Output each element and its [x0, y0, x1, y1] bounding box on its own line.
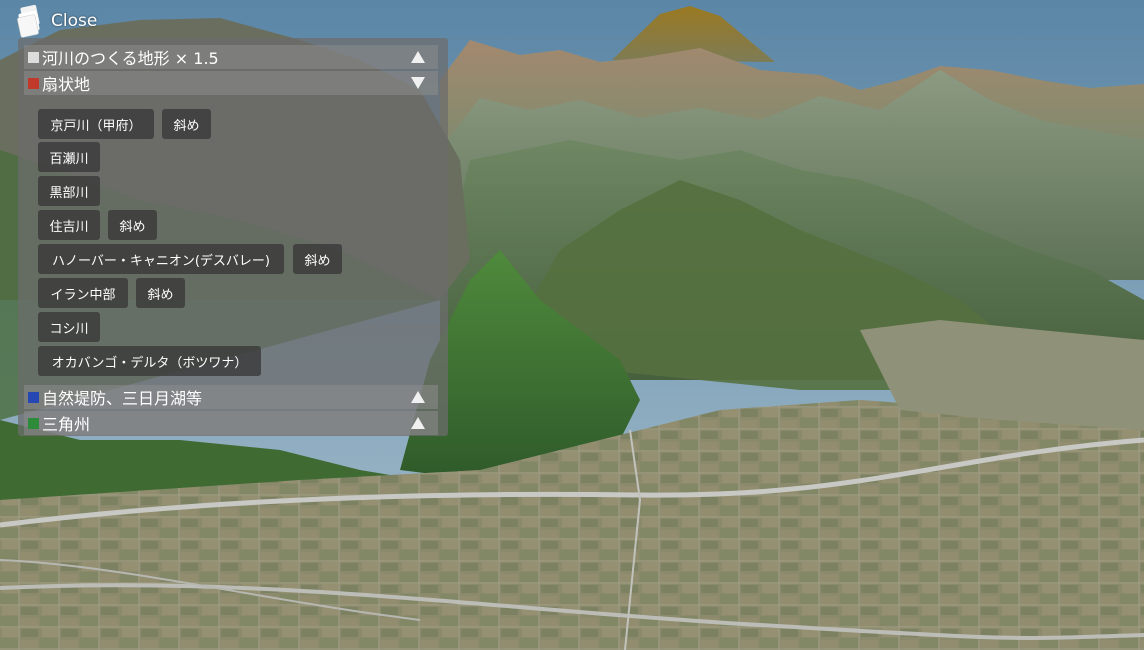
item-central-iran[interactable]: イラン中部 — [38, 278, 128, 308]
item-kyodogawa[interactable]: 京戸川（甲府） — [38, 109, 154, 139]
item-hanaupah-canyon[interactable]: ハノーバー・キャニオン(デスバレー) — [38, 244, 284, 274]
triangle-up-icon[interactable] — [410, 416, 426, 430]
color-swatch — [28, 417, 39, 429]
item-kurobegawa[interactable]: 黒部川 — [38, 176, 100, 206]
item-kosi-river[interactable]: コシ川 — [38, 312, 100, 342]
layer-panel: 河川のつくる地形 × 1.5 扇状地 京戸川（甲府） 斜め 百瀬川 黒部川 住吉… — [18, 38, 448, 436]
item-momosegawa[interactable]: 百瀬川 — [38, 142, 100, 172]
category-label: 河川のつくる地形 × 1.5 — [42, 49, 219, 68]
category-label: 三角州 — [42, 415, 91, 434]
oblique-button-hanaupah-canyon[interactable]: 斜め — [293, 244, 342, 274]
triangle-down-icon[interactable] — [410, 76, 426, 90]
close-button[interactable]: Close — [16, 4, 97, 38]
color-swatch — [28, 51, 39, 63]
oblique-button-sumiyoshigawa[interactable]: 斜め — [108, 210, 157, 240]
color-swatch — [28, 391, 39, 403]
category-natural-levee[interactable]: 自然堤防、三日月湖等 — [24, 385, 438, 409]
item-sumiyoshigawa[interactable]: 住吉川 — [38, 210, 100, 240]
layers-stack-icon — [17, 4, 40, 38]
category-label: 自然堤防、三日月湖等 — [42, 389, 203, 408]
category-label: 扇状地 — [42, 75, 91, 94]
category-river-landforms[interactable]: 河川のつくる地形 × 1.5 — [24, 45, 438, 69]
color-swatch — [28, 77, 39, 89]
item-okavango-delta[interactable]: オカバンゴ・デルタ（ボツワナ） — [38, 346, 261, 376]
oblique-button-kyodogawa[interactable]: 斜め — [162, 109, 211, 139]
triangle-up-icon[interactable] — [410, 390, 426, 404]
close-label: Close — [51, 11, 98, 31]
category-delta[interactable]: 三角州 — [24, 411, 438, 435]
oblique-button-central-iran[interactable]: 斜め — [136, 278, 185, 308]
triangle-up-icon[interactable] — [410, 50, 426, 64]
category-alluvial-fan[interactable]: 扇状地 — [24, 71, 438, 95]
